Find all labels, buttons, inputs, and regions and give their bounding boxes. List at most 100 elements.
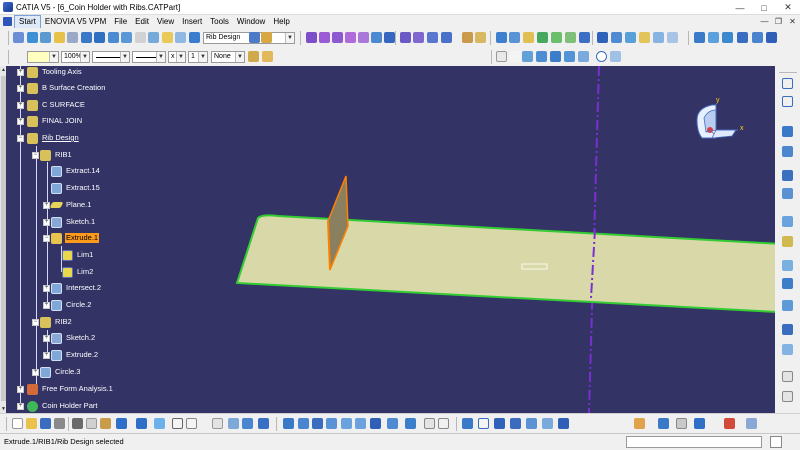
repeat-icon[interactable] xyxy=(782,371,793,382)
expander-circle-2[interactable]: + xyxy=(43,302,50,309)
document-icon[interactable] xyxy=(3,17,12,26)
zoom-in-icon[interactable] xyxy=(341,418,352,429)
print-icon[interactable] xyxy=(54,418,65,429)
sweep-icon[interactable] xyxy=(782,236,793,247)
menu-window[interactable]: Window xyxy=(233,16,269,28)
zoom-out-icon[interactable] xyxy=(355,418,366,429)
tree-item-extrude-1[interactable]: Extrude.1 xyxy=(51,232,100,244)
knowledge-advisor-icon[interactable] xyxy=(228,418,239,429)
revolve-icon[interactable] xyxy=(551,32,562,43)
graphic-properties-icon[interactable] xyxy=(262,51,273,62)
table-icon[interactable] xyxy=(108,32,119,43)
copy-icon[interactable] xyxy=(86,418,97,429)
shell-icon[interactable] xyxy=(441,32,452,43)
join-icon[interactable] xyxy=(625,32,636,43)
paste-icon[interactable] xyxy=(100,418,111,429)
profile-icon[interactable] xyxy=(782,96,793,107)
close-icon[interactable]: ✕ xyxy=(776,0,800,15)
cut-icon[interactable] xyxy=(72,418,83,429)
menu-insert[interactable]: Insert xyxy=(178,16,206,28)
measure-inertia-icon[interactable] xyxy=(722,32,733,43)
menu-enovia[interactable]: ENOVIA V5 VPM xyxy=(41,16,110,28)
tree-item-rib2[interactable]: RIB2 xyxy=(40,316,73,328)
tree-item-rib-design[interactable]: Rib Design xyxy=(27,132,80,144)
boundary-icon[interactable] xyxy=(782,344,793,355)
expander-rib-design[interactable]: − xyxy=(17,135,24,142)
tree-item-sketch-2[interactable]: Sketch.2 xyxy=(51,332,96,344)
lock-icon[interactable] xyxy=(782,216,793,227)
tree-item-final-join[interactable]: FINAL JOIN xyxy=(27,115,83,127)
translate-icon[interactable] xyxy=(639,32,650,43)
normal-view-icon[interactable] xyxy=(370,418,381,429)
extrude-icon[interactable] xyxy=(537,32,548,43)
fillet-icon[interactable] xyxy=(400,32,411,43)
plane-icon[interactable] xyxy=(523,32,534,43)
tree-item-circle-3[interactable]: Circle.3 xyxy=(40,366,81,378)
expander-rib2[interactable]: − xyxy=(32,319,39,326)
isometric-icon[interactable] xyxy=(478,418,489,429)
draft-icon[interactable] xyxy=(427,32,438,43)
expander-extrude-2[interactable]: + xyxy=(43,352,50,359)
expander-b-surface[interactable]: + xyxy=(17,85,24,92)
rib-options-icon[interactable] xyxy=(782,170,793,181)
sphere-icon[interactable] xyxy=(565,32,576,43)
tree-item-extrude-2[interactable]: Extrude.2 xyxy=(51,349,99,361)
thickness-icon[interactable] xyxy=(462,32,473,43)
doc-close-icon[interactable]: ✕ xyxy=(786,15,799,28)
parameters-icon[interactable] xyxy=(242,418,253,429)
expander-coin-holder[interactable]: + xyxy=(17,403,24,410)
axis-system-icon[interactable] xyxy=(782,391,793,402)
undo-icon[interactable] xyxy=(116,418,127,429)
tree-item-rib1[interactable]: RIB1 xyxy=(40,149,73,161)
line-type-combo[interactable]: ▼ xyxy=(132,51,166,63)
reframe-icon[interactable] xyxy=(694,418,705,429)
expander-plane-1[interactable]: + xyxy=(43,202,50,209)
pocket-icon[interactable] xyxy=(319,32,330,43)
shading-icon[interactable] xyxy=(526,418,537,429)
tree-item-extract-14[interactable]: Extract.14 xyxy=(51,165,101,177)
symmetry-icon[interactable] xyxy=(667,32,678,43)
doc-minimize-icon[interactable]: — xyxy=(758,15,771,28)
tree-item-c-surface[interactable]: C SURFACE xyxy=(27,99,86,111)
fill-icon[interactable] xyxy=(579,32,590,43)
pan-icon[interactable] xyxy=(312,418,323,429)
painter-icon[interactable] xyxy=(248,51,259,62)
rotate-element-icon[interactable] xyxy=(653,32,664,43)
views-icon[interactable] xyxy=(387,418,398,429)
hide-show-icon[interactable] xyxy=(424,418,435,429)
offset-icon[interactable] xyxy=(550,51,561,62)
analysis-icon[interactable] xyxy=(737,32,748,43)
split-icon[interactable] xyxy=(597,32,608,43)
menu-view[interactable]: View xyxy=(153,16,178,28)
polyline-icon[interactable] xyxy=(510,51,521,62)
tree-item-circle-2[interactable]: Circle.2 xyxy=(51,299,92,311)
tree-item-free-form-analysis[interactable]: Free Form Analysis.1 xyxy=(27,383,114,395)
hammer-icon[interactable] xyxy=(261,32,272,43)
pad-icon[interactable] xyxy=(306,32,317,43)
layer-number-combo[interactable]: 1 ▼ xyxy=(188,51,208,63)
thread-icon[interactable] xyxy=(475,32,486,43)
maximize-icon[interactable]: □ xyxy=(752,0,776,15)
help-icon[interactable] xyxy=(154,418,165,429)
point-icon[interactable] xyxy=(496,32,507,43)
wireframe-icon[interactable] xyxy=(558,418,569,429)
catalog-icon[interactable] xyxy=(94,32,105,43)
line-thickness-combo[interactable]: ▼ xyxy=(92,51,130,63)
catia-app-icon[interactable] xyxy=(3,2,13,12)
expander-intersect-2[interactable]: + xyxy=(43,285,50,292)
properties-icon[interactable] xyxy=(135,32,146,43)
measure-icon[interactable] xyxy=(694,32,705,43)
line-icon[interactable] xyxy=(509,32,520,43)
stiffener-icon[interactable] xyxy=(782,188,793,199)
menu-file[interactable]: File xyxy=(110,16,131,28)
catalog-browser-icon[interactable] xyxy=(212,418,223,429)
menu-start[interactable]: Start xyxy=(14,14,41,29)
render-style-icon[interactable] xyxy=(405,418,416,429)
edges-icon[interactable] xyxy=(542,418,553,429)
trim-icon[interactable] xyxy=(611,32,622,43)
remove-rib-icon[interactable] xyxy=(782,146,793,157)
corner-icon[interactable] xyxy=(610,51,621,62)
command-input[interactable] xyxy=(626,436,762,448)
front-view-icon[interactable] xyxy=(510,418,521,429)
workbench-icon[interactable] xyxy=(249,32,260,43)
